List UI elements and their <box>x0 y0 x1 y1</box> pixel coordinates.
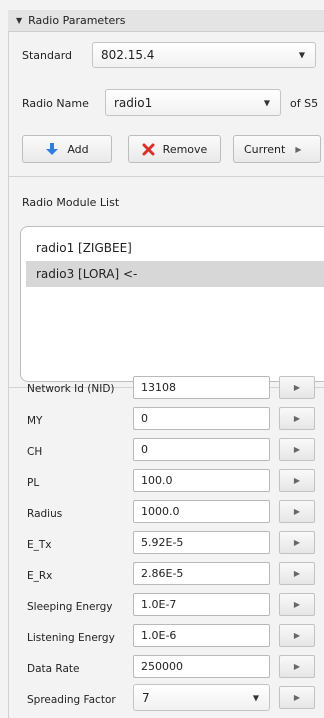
sleeping-energy-field[interactable]: 1.0E-7 <box>133 593 270 616</box>
play-icon: ▶ <box>293 414 301 423</box>
etx-apply-button[interactable]: ▶ <box>279 531 315 554</box>
remove-x-icon <box>142 143 155 155</box>
current-button-label: Current <box>244 142 286 156</box>
spreading-factor-select[interactable]: 7 ▼ <box>133 684 270 711</box>
spreading-factor-value: 7 <box>142 690 150 705</box>
remove-button-label: Remove <box>162 142 208 156</box>
play-icon: ▶ <box>293 538 301 547</box>
nid-field[interactable]: 13108 <box>133 376 270 399</box>
param-label-nid: Network Id (NID) <box>27 383 115 395</box>
radio-module-list[interactable]: radio1 [ZIGBEE] radio3 [LORA] <- <box>20 226 324 382</box>
add-button[interactable]: Add <box>22 135 112 163</box>
param-label-erx: E_Rx <box>27 570 53 582</box>
param-label-listening-energy: Listening Energy <box>27 632 115 644</box>
radio-parameters-header[interactable]: ▼ Radio Parameters <box>8 10 324 32</box>
divider <box>8 176 324 177</box>
play-icon: ▶ <box>293 383 301 392</box>
data-rate-field[interactable]: 250000 <box>133 655 270 678</box>
nid-apply-button[interactable]: ▶ <box>279 376 315 399</box>
play-icon: ▶ <box>293 445 301 454</box>
add-button-label: Add <box>67 142 89 156</box>
list-item-selected[interactable]: radio3 [LORA] <- <box>26 261 324 287</box>
list-item[interactable]: radio1 [ZIGBEE] <box>26 235 324 261</box>
radio-name-label: Radio Name <box>22 97 89 110</box>
current-button[interactable]: Current ▶ <box>233 135 321 163</box>
erx-apply-button[interactable]: ▶ <box>279 562 315 585</box>
listening-energy-apply-button[interactable]: ▶ <box>279 624 315 647</box>
radio-count-label: of S5 <box>290 97 319 110</box>
standard-value: 802.15.4 <box>101 48 155 62</box>
play-icon: ▶ <box>295 144 302 154</box>
pl-apply-button[interactable]: ▶ <box>279 469 315 492</box>
param-label-data-rate: Data Rate <box>27 663 80 675</box>
play-icon: ▶ <box>293 507 301 516</box>
param-label-etx: E_Tx <box>27 539 52 551</box>
arrow-down-icon <box>46 143 59 155</box>
listening-energy-field[interactable]: 1.0E-6 <box>133 624 270 647</box>
param-label-sleeping-energy: Sleeping Energy <box>27 601 113 613</box>
panel-left-border <box>8 32 9 718</box>
triangle-down-icon: ▼ <box>16 16 23 25</box>
chevron-down-icon: ▼ <box>252 693 259 702</box>
my-field[interactable]: 0 <box>133 407 270 430</box>
param-label-my: MY <box>27 415 43 427</box>
data-rate-apply-button[interactable]: ▶ <box>279 655 315 678</box>
play-icon: ▶ <box>293 693 301 702</box>
standard-label: Standard <box>22 49 73 62</box>
sleeping-energy-apply-button[interactable]: ▶ <box>279 593 315 616</box>
chevron-down-icon: ▼ <box>263 98 270 107</box>
radio-name-value: radio1 <box>114 95 153 110</box>
my-apply-button[interactable]: ▶ <box>279 407 315 430</box>
module-list-label: Radio Module List <box>22 196 120 209</box>
param-label-ch: CH <box>27 446 43 458</box>
standard-select[interactable]: 802.15.4 ▼ <box>92 42 316 68</box>
param-label-radius: Radius <box>27 508 63 520</box>
play-icon: ▶ <box>293 600 301 609</box>
spreading-factor-apply-button[interactable]: ▶ <box>279 686 315 709</box>
param-label-pl: PL <box>27 477 40 489</box>
play-icon: ▶ <box>293 476 301 485</box>
play-icon: ▶ <box>293 569 301 578</box>
remove-button[interactable]: Remove <box>128 135 221 163</box>
radio-name-select[interactable]: radio1 ▼ <box>105 89 281 116</box>
panel-title: Radio Parameters <box>28 14 126 27</box>
ch-field[interactable]: 0 <box>133 438 270 461</box>
etx-field[interactable]: 5.92E-5 <box>133 531 270 554</box>
ch-apply-button[interactable]: ▶ <box>279 438 315 461</box>
erx-field[interactable]: 2.86E-5 <box>133 562 270 585</box>
param-label-spreading-factor: Spreading Factor <box>27 694 116 706</box>
play-icon: ▶ <box>293 662 301 671</box>
radius-apply-button[interactable]: ▶ <box>279 500 315 523</box>
radius-field[interactable]: 1000.0 <box>133 500 270 523</box>
play-icon: ▶ <box>293 631 301 640</box>
pl-field[interactable]: 100.0 <box>133 469 270 492</box>
chevron-down-icon: ▼ <box>298 50 305 60</box>
